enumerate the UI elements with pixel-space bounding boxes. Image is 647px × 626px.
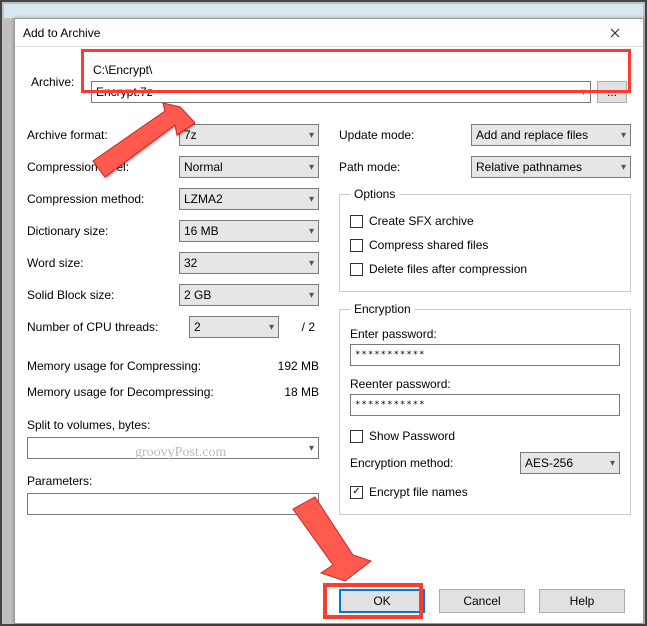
params-input[interactable] [27, 493, 319, 515]
format-select[interactable]: 7z▾ [179, 124, 319, 146]
help-button[interactable]: Help [539, 589, 625, 613]
delete-label: Delete files after compression [369, 262, 527, 276]
archive-path: C:\Encrypt\ [91, 61, 627, 79]
encryption-legend: Encryption [350, 302, 415, 316]
chevron-down-icon: ▾ [309, 290, 314, 301]
add-to-archive-dialog: Add to Archive Archive: C:\Encrypt\ Encr… [14, 18, 644, 624]
level-label: Compression level: [27, 160, 179, 174]
enter-password-input[interactable] [350, 344, 620, 366]
chevron-down-icon: ▾ [309, 226, 314, 237]
split-select[interactable]: ▾ [27, 437, 319, 459]
titlebar: Add to Archive [15, 19, 643, 47]
ok-button[interactable]: OK [339, 589, 425, 613]
mem-compress-value: 192 MB [259, 359, 319, 373]
word-select[interactable]: 32▾ [179, 252, 319, 274]
chevron-down-icon: ▾ [621, 130, 626, 141]
method-label: Compression method: [27, 192, 179, 206]
chevron-down-icon: ▾ [621, 162, 626, 173]
enc-method-select[interactable]: AES-256▾ [520, 452, 620, 474]
split-label: Split to volumes, bytes: [27, 413, 319, 437]
delete-checkbox[interactable] [350, 263, 363, 276]
chevron-down-icon: ▾ [610, 458, 615, 469]
chevron-down-icon: ▾ [309, 162, 314, 173]
block-select[interactable]: 2 GB▾ [179, 284, 319, 306]
chevron-down-icon: ▾ [269, 322, 274, 333]
dict-select[interactable]: 16 MB▾ [179, 220, 319, 242]
enc-method-label: Encryption method: [350, 456, 510, 470]
cancel-button[interactable]: Cancel [439, 589, 525, 613]
encrypt-names-checkbox[interactable]: ✓ [350, 486, 363, 499]
show-password-checkbox[interactable] [350, 430, 363, 443]
word-label: Word size: [27, 256, 179, 270]
chevron-down-icon: ▾ [309, 194, 314, 205]
pathmode-label: Path mode: [339, 160, 471, 174]
chevron-down-icon: ▾ [309, 130, 314, 141]
threads-total: / 2 [279, 320, 319, 334]
shared-label: Compress shared files [369, 238, 488, 252]
update-label: Update mode: [339, 128, 471, 142]
show-password-label: Show Password [369, 429, 455, 443]
archive-filename: Encrypt.7z [96, 85, 153, 99]
options-group: Options Create SFX archive Compress shar… [339, 187, 631, 292]
options-legend: Options [350, 187, 399, 201]
archive-filename-combo[interactable]: Encrypt.7z ▾ [91, 81, 591, 103]
close-icon [610, 28, 620, 38]
chevron-down-icon: ▾ [309, 443, 314, 454]
browse-button[interactable]: ... [597, 81, 627, 103]
threads-label: Number of CPU threads: [27, 320, 189, 334]
params-label: Parameters: [27, 469, 319, 493]
archive-label: Archive: [31, 61, 83, 89]
mem-decompress-value: 18 MB [259, 385, 319, 399]
window-title: Add to Archive [23, 26, 595, 40]
footer-buttons: OK Cancel Help [339, 589, 625, 613]
dict-label: Dictionary size: [27, 224, 179, 238]
pathmode-select[interactable]: Relative pathnames▾ [471, 156, 631, 178]
update-select[interactable]: Add and replace files▾ [471, 124, 631, 146]
left-column: Archive format: 7z▾ Compression level: N… [27, 119, 319, 515]
chevron-down-icon: ▾ [581, 87, 586, 98]
enter-password-label: Enter password: [350, 324, 620, 344]
right-column: Update mode: Add and replace files▾ Path… [339, 119, 631, 515]
format-label: Archive format: [27, 128, 179, 142]
block-label: Solid Block size: [27, 288, 179, 302]
close-button[interactable] [595, 19, 635, 47]
method-select[interactable]: LZMA2▾ [179, 188, 319, 210]
sfx-checkbox[interactable] [350, 215, 363, 228]
sfx-label: Create SFX archive [369, 214, 474, 228]
reenter-password-input[interactable] [350, 394, 620, 416]
level-select[interactable]: Normal▾ [179, 156, 319, 178]
chevron-down-icon: ▾ [309, 258, 314, 269]
threads-select[interactable]: 2▾ [189, 316, 279, 338]
shared-checkbox[interactable] [350, 239, 363, 252]
encrypt-names-label: Encrypt file names [369, 485, 468, 499]
reenter-password-label: Reenter password: [350, 374, 620, 394]
mem-compress-label: Memory usage for Compressing: [27, 359, 259, 373]
encryption-group: Encryption Enter password: Reenter passw… [339, 302, 631, 515]
mem-decompress-label: Memory usage for Decompressing: [27, 385, 259, 399]
